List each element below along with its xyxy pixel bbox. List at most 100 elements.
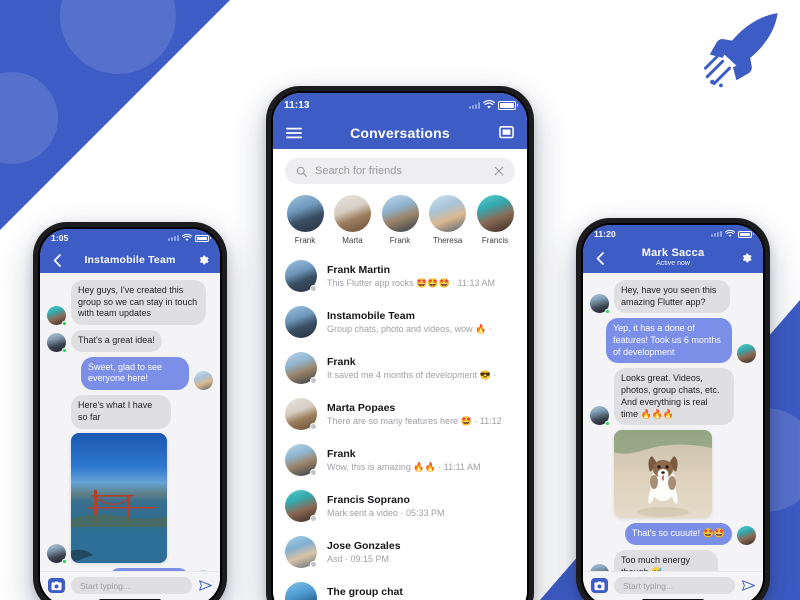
- message-row: Sweet, glad to see everyone here!: [47, 356, 213, 391]
- battery-icon: [195, 234, 209, 242]
- message-row: That's a great idea!: [47, 330, 213, 353]
- conversation-name: The group chat: [327, 585, 403, 598]
- conversation-preview: Mark sent a video · 05:33 PM: [327, 507, 445, 518]
- gear-icon[interactable]: [195, 252, 211, 268]
- send-icon[interactable]: [198, 579, 212, 593]
- avatar: [590, 294, 610, 315]
- status-clock: 1:05: [51, 233, 69, 243]
- rocket-logo-icon: [703, 13, 778, 88]
- conversation-preview: This Flutter app rocks 🤩🤩🤩 · 11:13 AM: [327, 277, 496, 288]
- message-input[interactable]: Start typing...: [614, 577, 735, 594]
- story-name: Theresa: [432, 236, 463, 245]
- hamburger-menu-icon[interactable]: [285, 124, 303, 142]
- list-item[interactable]: Frank It saved me 4 months of developmen…: [273, 345, 527, 391]
- search-icon: [296, 166, 307, 177]
- app-bar-center: Conversations: [273, 117, 527, 149]
- gear-icon[interactable]: [738, 250, 754, 266]
- page-title: Instamobile Team: [84, 254, 176, 266]
- avatar: [285, 260, 317, 292]
- story-item[interactable]: Frank: [285, 195, 325, 245]
- avatar: [285, 398, 317, 430]
- message-bubble: Here's what I have so far: [71, 395, 171, 429]
- battery-icon: [738, 230, 752, 238]
- clear-x-icon[interactable]: [494, 166, 504, 176]
- conversation-name: Francis Soprano: [327, 493, 410, 506]
- decor-circle: [0, 72, 58, 164]
- stories-strip: Frank Marta Frank Theresa Francis: [273, 190, 527, 253]
- conversation-preview: There are so many features here 🤩 · 11:1…: [327, 415, 502, 426]
- conversation-name: Instamobile Team: [327, 309, 415, 322]
- avatar: [47, 332, 67, 353]
- message-bubble: Sweet, glad to see everyone here!: [81, 356, 189, 391]
- photo-attachment[interactable]: [614, 430, 712, 519]
- status-clock: 11:20: [594, 229, 616, 239]
- message-bubble: That's a great idea!: [71, 330, 162, 352]
- wifi-icon: [483, 100, 495, 109]
- avatar: [334, 195, 371, 232]
- message-row: [590, 430, 756, 519]
- list-item[interactable]: Francis Soprano Mark sent a video · 05:3…: [273, 483, 527, 529]
- avatar: [47, 306, 67, 327]
- poster-canvas: 1:05 Instamobile Team Hey guys, I've cre…: [0, 0, 800, 600]
- back-arrow-icon[interactable]: [49, 252, 65, 268]
- conversation-preview: Group chats, photo and videos, wow 🔥 ·: [327, 323, 492, 334]
- avatar: [285, 352, 317, 384]
- presence-status: Active now: [656, 260, 690, 268]
- avatar: [429, 195, 466, 232]
- message-row: That's so cuuute! 🤩🤩: [590, 523, 756, 545]
- back-arrow-icon[interactable]: [592, 250, 608, 266]
- story-item[interactable]: Frank: [380, 195, 420, 245]
- avatar: [476, 195, 514, 232]
- status-bar-left: 1:05: [40, 229, 220, 247]
- story-name: Frank: [294, 236, 316, 245]
- phone-left-screen: 1:05 Instamobile Team Hey guys, I've cre…: [40, 229, 220, 600]
- chat-thread-right: Hey, have you seen this amazing Flutter …: [583, 273, 763, 600]
- conversation-name: Jose Gonzales: [327, 539, 401, 552]
- list-item[interactable]: Frank Martin This Flutter app rocks 🤩🤩🤩 …: [273, 253, 527, 299]
- photo-attachment[interactable]: [71, 432, 167, 563]
- message-row: Hey guys, I've created this group so we …: [47, 280, 213, 327]
- send-icon[interactable]: [741, 579, 755, 593]
- list-item[interactable]: Frank Wow, this is amazing 🔥🔥 · 11:11 AM: [273, 437, 527, 483]
- story-item[interactable]: Theresa: [428, 195, 468, 245]
- message-row: [47, 432, 213, 564]
- signal-dots-icon: [469, 101, 480, 109]
- avatar: [737, 525, 756, 545]
- phone-center: 11:13 Conversations Search for friends F…: [266, 86, 534, 600]
- composer-right: Start typing...: [583, 571, 763, 599]
- avatar: [286, 195, 324, 232]
- status-clock: 11:13: [284, 99, 310, 111]
- phone-center-screen: 11:13 Conversations Search for friends F…: [273, 93, 527, 600]
- list-item[interactable]: Instamobile Team Group chats, photo and …: [273, 299, 527, 345]
- avatar: [285, 490, 317, 522]
- avatar: [47, 543, 67, 564]
- search-placeholder: Search for friends: [315, 165, 402, 177]
- conversation-preview: Wow, this is amazing 🔥🔥 · 11:11 AM: [327, 461, 481, 472]
- wifi-icon: [725, 230, 735, 237]
- list-item[interactable]: The group chat Hola amigos · 02:18 PM: [273, 575, 527, 600]
- list-item[interactable]: Marta Popaes There are so many features …: [273, 391, 527, 437]
- chat-title-wrap: Instamobile Team: [65, 254, 195, 266]
- app-bar-right: Mark Sacca Active now: [583, 243, 763, 273]
- composer-left: Start typing...: [40, 571, 220, 599]
- story-item[interactable]: Francis: [475, 195, 515, 245]
- new-message-icon[interactable]: [497, 124, 515, 142]
- phone-right: 11:20 Mark Sacca Active now Hey, have yo…: [576, 218, 770, 600]
- phone-left: 1:05 Instamobile Team Hey guys, I've cre…: [33, 222, 227, 600]
- decor-circle: [60, 0, 176, 74]
- message-input-placeholder: Start typing...: [80, 580, 131, 591]
- avatar: [737, 344, 756, 364]
- message-row: Here's what I have so far: [47, 395, 213, 429]
- conversation-name: Frank: [327, 355, 356, 368]
- background-triangle-top-left: [0, 0, 230, 230]
- message-row: Looks great. Videos, photos, group chats…: [590, 368, 756, 427]
- camera-icon[interactable]: [591, 578, 608, 593]
- search-input[interactable]: Search for friends: [285, 158, 515, 184]
- story-item[interactable]: Marta: [333, 195, 373, 245]
- message-bubble: That's so cuuute! 🤩🤩: [624, 523, 732, 545]
- camera-icon[interactable]: [48, 578, 65, 593]
- message-input[interactable]: Start typing...: [71, 577, 192, 594]
- list-item[interactable]: Jose Gonzales Asd · 09:15 PM: [273, 529, 527, 575]
- message-row: Hey, have you seen this amazing Flutter …: [590, 280, 756, 315]
- conversation-preview: It saved me 4 months of development 😎 ·: [327, 369, 497, 380]
